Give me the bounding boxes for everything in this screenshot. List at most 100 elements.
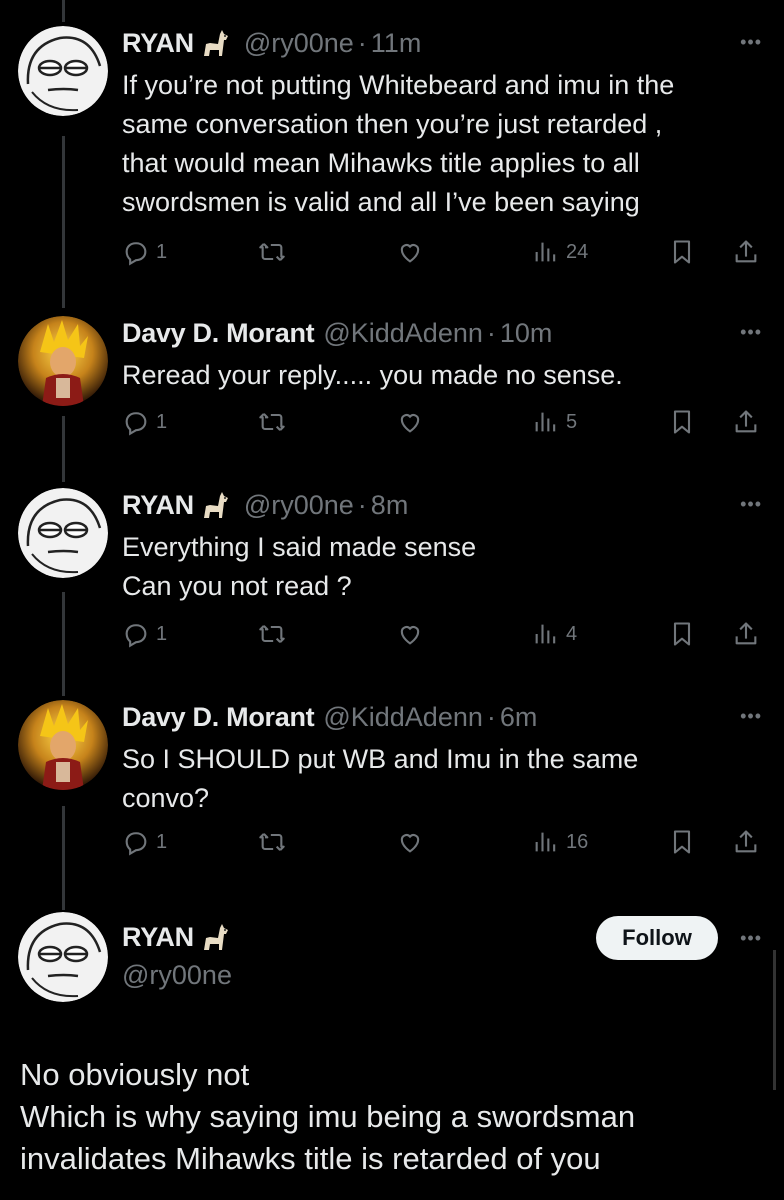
- avatar[interactable]: [18, 912, 108, 1002]
- avatar[interactable]: [18, 700, 108, 790]
- reply-button[interactable]: 1: [122, 620, 167, 648]
- retweet-icon: [259, 625, 285, 643]
- retweet-button[interactable]: [258, 828, 286, 856]
- share-button[interactable]: [732, 620, 760, 648]
- like-button[interactable]: [396, 620, 424, 648]
- bookmark-button[interactable]: [668, 238, 696, 266]
- tweet-text-line: So I SHOULD put WB and Imu in the same: [122, 744, 639, 774]
- avatar[interactable]: [18, 26, 108, 116]
- scrollbar[interactable]: [773, 950, 776, 1090]
- follow-button[interactable]: Follow: [596, 916, 718, 960]
- reply-icon: [125, 412, 147, 436]
- display-name[interactable]: RYAN: [122, 922, 194, 953]
- like-icon: [400, 834, 420, 853]
- timestamp[interactable]: 8m: [371, 490, 409, 521]
- share-button[interactable]: [732, 238, 760, 266]
- llama-emoji: [203, 30, 228, 56]
- retweet-button[interactable]: [258, 620, 286, 648]
- dot-separator: ·: [486, 317, 496, 348]
- share-icon: [735, 240, 757, 263]
- views-button[interactable]: 16: [532, 828, 588, 856]
- anime-avatar: [18, 316, 108, 406]
- meme-face-avatar: [18, 488, 108, 578]
- share-button[interactable]: [732, 828, 760, 856]
- more-icon[interactable]: •••: [740, 494, 762, 515]
- views-icon: [535, 412, 556, 432]
- user-handle[interactable]: @ry00ne: [244, 490, 354, 521]
- reply-count: 1: [156, 830, 168, 853]
- reply-icon: [125, 624, 147, 648]
- tweet-text: So I SHOULD put WB and Imu in the same c…: [122, 740, 762, 818]
- views-count: 5: [566, 410, 578, 433]
- tweet-text: If you’re not putting Whitebeard and imu…: [122, 66, 762, 222]
- dot-separator: ·: [357, 489, 367, 520]
- share-button[interactable]: [732, 408, 760, 436]
- retweet-button[interactable]: [258, 408, 286, 436]
- share-icon: [735, 622, 757, 645]
- bookmark-button[interactable]: [668, 620, 696, 648]
- reply-icon: [125, 832, 147, 856]
- user-handle[interactable]: @KiddAdenn: [323, 702, 483, 733]
- reply-button[interactable]: 1: [122, 238, 167, 266]
- thread-line: [62, 136, 65, 308]
- user-handle[interactable]: @KiddAdenn: [323, 318, 483, 349]
- tweet-text-line: Everything I said made sense: [122, 532, 477, 562]
- views-icon: [535, 832, 556, 852]
- reply-icon: [125, 242, 147, 266]
- more-icon[interactable]: •••: [740, 928, 762, 949]
- more-icon[interactable]: •••: [740, 32, 762, 53]
- bookmark-icon: [673, 830, 691, 854]
- tweet-text-line: swordsmen is valid and all I’ve been say…: [122, 187, 640, 217]
- reply-button[interactable]: 1: [122, 828, 167, 856]
- display-name[interactable]: RYAN: [122, 28, 194, 59]
- tweet-text-line: that would mean Mihawks title applies to…: [122, 148, 640, 178]
- like-icon: [400, 414, 420, 433]
- share-icon: [735, 410, 757, 433]
- user-handle[interactable]: @ry00ne: [244, 28, 354, 59]
- avatar[interactable]: [18, 316, 108, 406]
- reply-count: 1: [156, 240, 168, 263]
- views-count: 4: [566, 622, 578, 645]
- thread-line: [62, 0, 65, 22]
- tweet-text-line: convo?: [122, 783, 210, 813]
- tweet-header: RYAN @ry00ne · 11m: [122, 26, 421, 60]
- views-button[interactable]: 4: [532, 620, 577, 648]
- reply-button[interactable]: 1: [122, 408, 167, 436]
- tweet-actions: 1 16: [0, 828, 784, 868]
- tweet-text-line: Can you not read ?: [122, 571, 352, 601]
- timestamp[interactable]: 11m: [371, 28, 422, 59]
- tweet-text-line: No obviously not: [20, 1057, 250, 1092]
- bookmark-icon: [673, 622, 691, 646]
- like-icon: [400, 626, 420, 645]
- like-button[interactable]: [396, 238, 424, 266]
- tweet-text-line: Which is why saying imu being a swordsma…: [20, 1099, 636, 1134]
- timestamp[interactable]: 10m: [500, 318, 553, 349]
- more-icon[interactable]: •••: [740, 706, 762, 727]
- tweet-actions: 1 24: [0, 238, 784, 278]
- dot-separator: ·: [357, 27, 367, 58]
- anime-avatar: [18, 700, 108, 790]
- display-name[interactable]: Davy D. Morant: [122, 702, 315, 733]
- retweet-icon: [259, 833, 285, 851]
- like-button[interactable]: [396, 408, 424, 436]
- like-button[interactable]: [396, 828, 424, 856]
- avatar[interactable]: [18, 488, 108, 578]
- views-icon: [535, 242, 556, 262]
- user-handle[interactable]: @ry00ne: [122, 960, 232, 991]
- tweet-header: RYAN @ry00ne · 8m: [122, 488, 408, 522]
- llama-emoji: [203, 492, 228, 518]
- timestamp[interactable]: 6m: [500, 702, 538, 733]
- views-icon: [535, 624, 556, 644]
- more-icon[interactable]: •••: [740, 322, 762, 343]
- views-count: 16: [566, 830, 589, 853]
- retweet-button[interactable]: [258, 238, 286, 266]
- bookmark-button[interactable]: [668, 408, 696, 436]
- reply-count: 1: [156, 410, 168, 433]
- bookmark-button[interactable]: [668, 828, 696, 856]
- display-name[interactable]: Davy D. Morant: [122, 318, 315, 349]
- views-button[interactable]: 24: [532, 238, 588, 266]
- display-name[interactable]: RYAN: [122, 490, 194, 521]
- views-button[interactable]: 5: [532, 408, 577, 436]
- tweet-text-line: Reread your reply..... you made no sense…: [122, 360, 623, 390]
- like-icon: [400, 244, 420, 263]
